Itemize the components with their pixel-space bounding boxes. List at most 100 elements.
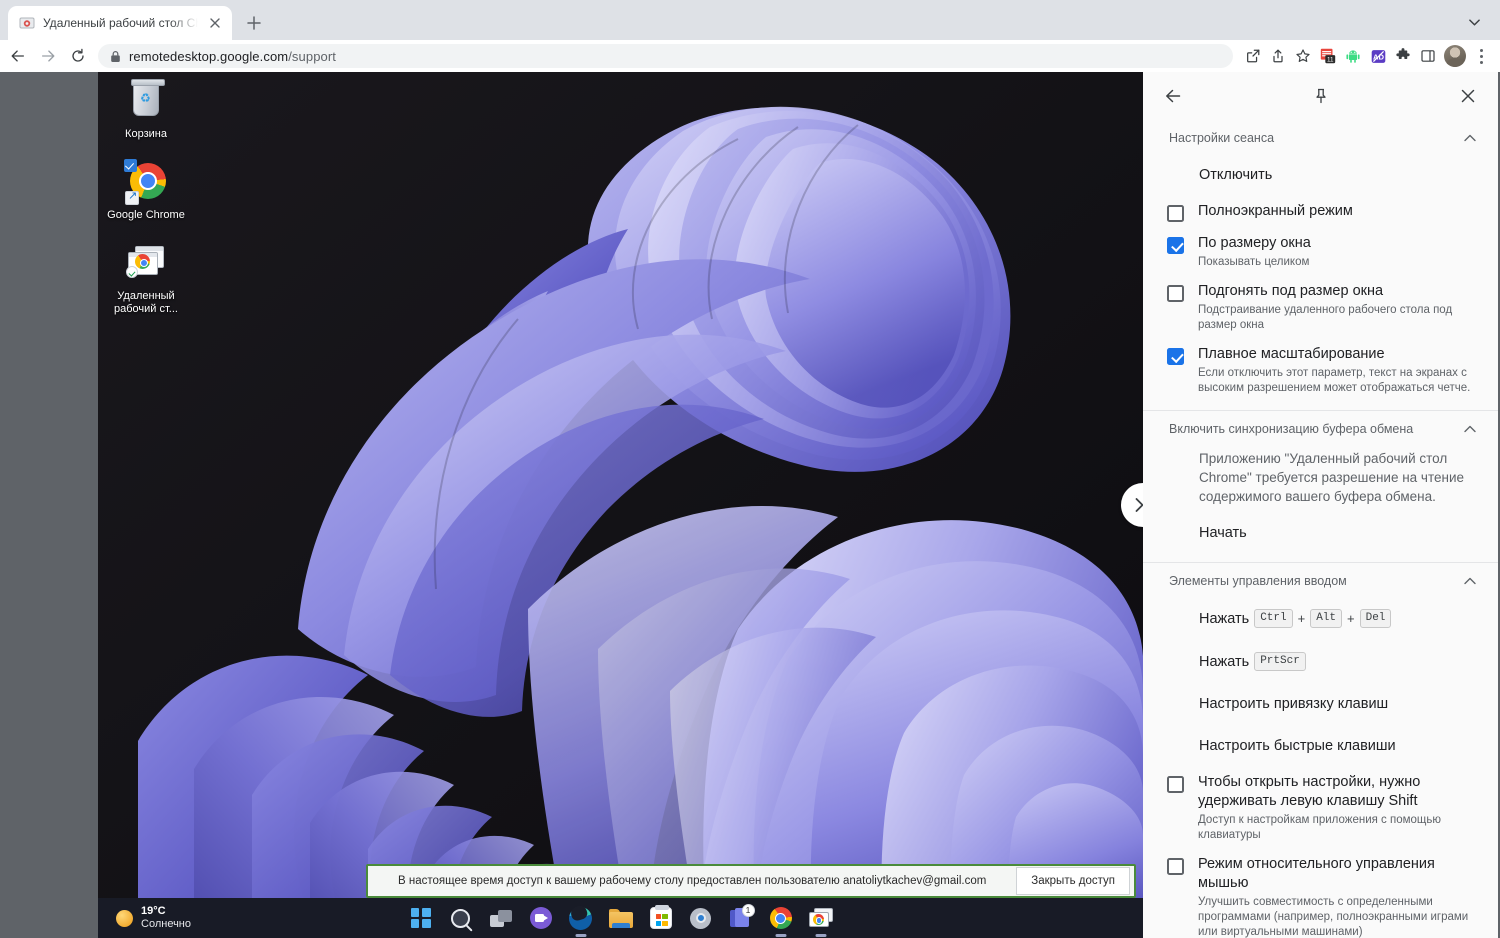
shortcut-arrow-badge — [125, 191, 139, 205]
search-icon — [451, 909, 470, 928]
sharing-notification-text: В настоящее время доступ к вашему рабоче… — [368, 875, 1016, 887]
settings-button[interactable] — [687, 904, 715, 932]
search-button[interactable] — [447, 904, 475, 932]
section-title-text: Настройки сеанса — [1169, 131, 1274, 145]
recycle-bin-icon: ♻ — [124, 80, 168, 124]
start-button[interactable] — [407, 904, 435, 932]
google-meet-icon — [530, 907, 552, 929]
key-row-prefix: Нажать — [1199, 654, 1249, 670]
kbd-alt: Alt — [1310, 609, 1342, 628]
kbd-prtscr: PrtScr — [1254, 652, 1306, 671]
new-tab-button[interactable] — [240, 9, 268, 37]
task-view-button[interactable] — [487, 904, 515, 932]
windows-logo-icon — [411, 908, 431, 928]
google-chrome-icon — [770, 907, 792, 929]
key-row-prefix: Нажать — [1199, 611, 1249, 627]
start-clipboard-sync-button[interactable]: Начать — [1143, 512, 1498, 554]
selected-check-badge — [124, 159, 137, 172]
desktop-icon-recycle-bin[interactable]: ♻ Корзина — [104, 80, 188, 141]
option-fullscreen[interactable]: Полноэкранный режим — [1143, 196, 1498, 228]
weather-temperature: 19°C — [141, 905, 191, 918]
taskbar-items: 1 — [407, 904, 835, 932]
section-title-text: Включить синхронизацию буфера обмена — [1169, 422, 1413, 436]
chrome-remote-desktop-button[interactable] — [807, 904, 835, 932]
microsoft-teams-button[interactable]: 1 — [727, 904, 755, 932]
bookmark-star-icon[interactable] — [1291, 44, 1315, 68]
extensions-puzzle-icon[interactable] — [1391, 44, 1415, 68]
section-header-session-settings[interactable]: Настройки сеанса — [1143, 120, 1498, 154]
tab-strip: Удаленный рабочий стол Chrome — [0, 0, 1500, 40]
microsoft-edge-button[interactable] — [567, 904, 595, 932]
chevron-up-icon[interactable] — [1460, 419, 1480, 439]
windows-taskbar: 19°C Солнечно — [98, 898, 1143, 938]
option-resize-to-fit[interactable]: Подгонять под размер окна Подстраивание … — [1143, 276, 1498, 339]
send-prtscr-button[interactable]: Нажать PrtScr — [1143, 640, 1498, 683]
google-chrome-button[interactable] — [767, 904, 795, 932]
option-description: Улучшить совместимость с определенными п… — [1198, 895, 1478, 938]
back-arrow-icon[interactable] — [1157, 80, 1189, 112]
send-ctrl-alt-del-button[interactable]: Нажать Ctrl + Alt + Del — [1143, 597, 1498, 640]
profile-avatar[interactable] — [1444, 45, 1466, 67]
desktop-icon-label: Удаленный рабочий ст... — [105, 290, 187, 316]
configure-shortcuts-button[interactable]: Настроить быстрые клавиши — [1143, 725, 1498, 767]
plus-separator: + — [1298, 611, 1306, 626]
option-shift-to-open-settings[interactable]: Чтобы открыть настройки, нужно удерживат… — [1143, 767, 1498, 849]
disconnect-button[interactable]: Отключить — [1143, 154, 1498, 196]
reload-icon[interactable] — [64, 42, 92, 70]
remote-desktop-viewport[interactable]: ♻ Корзина Google Chrome — [98, 72, 1143, 938]
checkbox-resize-to-fit[interactable] — [1167, 285, 1184, 302]
panel-scroll-area[interactable]: Настройки сеанса Отключить Полноэкранный… — [1143, 120, 1498, 938]
section-header-input-controls[interactable]: Элементы управления вводом — [1143, 563, 1498, 597]
close-icon[interactable] — [206, 14, 224, 32]
desktop-icon-chrome-remote-desktop[interactable]: Удаленный рабочий ст... — [104, 242, 188, 316]
option-label: Чтобы открыть настройки, нужно удерживат… — [1198, 773, 1478, 811]
option-fit-to-window[interactable]: По размеру окна Показывать целиком — [1143, 228, 1498, 276]
chevron-up-icon[interactable] — [1460, 571, 1480, 591]
back-arrow-icon[interactable] — [4, 42, 32, 70]
taskbar-weather-widget[interactable]: 19°C Солнечно — [98, 905, 191, 931]
google-meet-button[interactable] — [527, 904, 555, 932]
page-content: ♻ Корзина Google Chrome — [0, 72, 1500, 938]
pin-icon[interactable] — [1305, 80, 1337, 112]
checkbox-relative-mouse-mode[interactable] — [1167, 858, 1184, 875]
close-icon[interactable] — [1452, 80, 1484, 112]
option-smooth-scaling[interactable]: Плавное масштабирование Если отключить э… — [1143, 339, 1498, 402]
notification-badge: 1 — [742, 904, 755, 917]
address-bar[interactable]: remotedesktop.google.com/support — [98, 44, 1233, 68]
microsoft-store-button[interactable] — [647, 904, 675, 932]
clipboard-permission-text: Приложению "Удаленный рабочий стол Chrom… — [1143, 445, 1498, 512]
file-explorer-button[interactable] — [607, 904, 635, 932]
plus-separator: + — [1347, 611, 1355, 626]
running-indicator — [575, 934, 586, 937]
option-relative-mouse-mode[interactable]: Режим относительного управления мышью Ул… — [1143, 849, 1498, 938]
configure-key-mapping-button[interactable]: Настроить привязку клавиш — [1143, 683, 1498, 725]
stop-sharing-button[interactable]: Закрыть доступ — [1016, 867, 1130, 895]
desktop-icons: ♻ Корзина Google Chrome — [104, 80, 188, 336]
file-explorer-icon — [609, 909, 633, 928]
panel-header — [1143, 72, 1498, 120]
checkbox-smooth-scaling[interactable] — [1167, 348, 1184, 365]
checkbox-shift-to-open-settings[interactable] — [1167, 776, 1184, 793]
forward-arrow-icon[interactable] — [34, 42, 62, 70]
side-panel-icon[interactable] — [1416, 44, 1440, 68]
browser-tab[interactable]: Удаленный рабочий стол Chrome — [8, 6, 232, 40]
adblock-extension-icon[interactable]: AD — [1366, 44, 1390, 68]
checkbox-fit-to-window[interactable] — [1167, 237, 1184, 254]
section-header-clipboard-sync[interactable]: Включить синхронизацию буфера обмена — [1143, 411, 1498, 445]
share-icon[interactable] — [1266, 44, 1290, 68]
desktop-wallpaper — [98, 72, 1143, 938]
calendar-extension-icon[interactable]: 11 — [1316, 44, 1340, 68]
chevron-up-icon[interactable] — [1460, 128, 1480, 148]
option-description: Подстраивание удаленного рабочего стола … — [1198, 303, 1478, 333]
lock-icon — [110, 50, 121, 63]
weather-condition: Солнечно — [141, 918, 191, 931]
running-indicator — [775, 934, 786, 937]
chrome-menu-kebab[interactable] — [1470, 42, 1492, 70]
option-label: Режим относительного управления мышью — [1198, 855, 1478, 893]
kbd-del: Del — [1360, 609, 1392, 628]
checkbox-fullscreen[interactable] — [1167, 205, 1184, 222]
share-window-icon[interactable] — [1241, 44, 1265, 68]
desktop-icon-google-chrome[interactable]: Google Chrome — [104, 161, 188, 222]
android-extension-icon[interactable] — [1341, 44, 1365, 68]
chevron-down-icon[interactable] — [1462, 10, 1486, 34]
